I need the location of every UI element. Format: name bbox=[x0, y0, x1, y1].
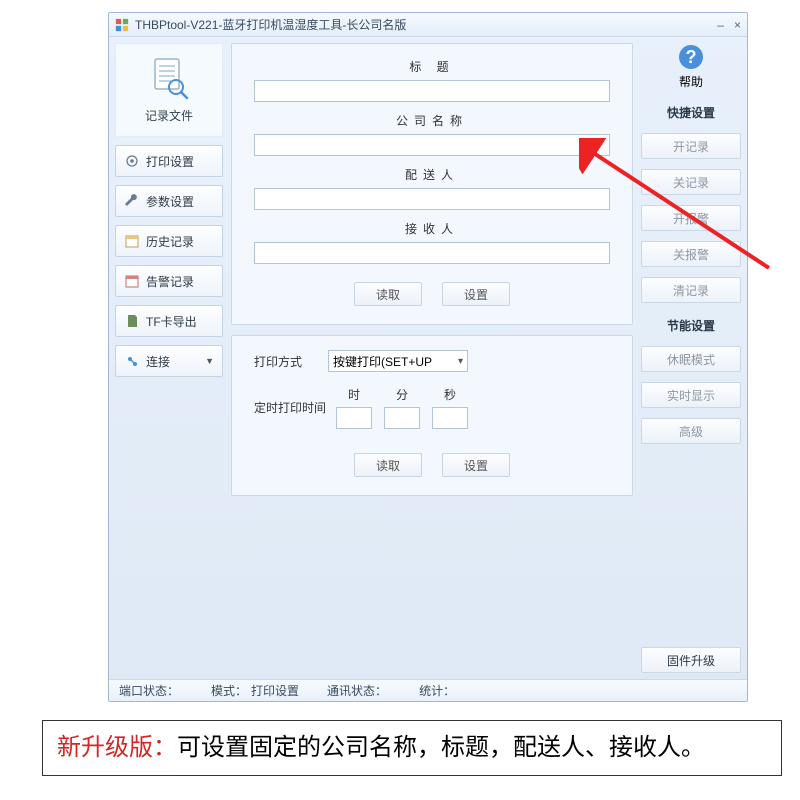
energy-settings-title: 节能设置 bbox=[641, 317, 741, 334]
realtime-button[interactable]: 实时显示 bbox=[641, 382, 741, 408]
right-sidebar: ? 帮助 快捷设置 开记录 关记录 开报警 关报警 清记录 节能设置 休眠模式 … bbox=[641, 43, 741, 673]
mode-label: 模式： bbox=[211, 682, 247, 699]
print-settings-button[interactable]: 打印设置 bbox=[115, 145, 223, 177]
sleep-mode-button[interactable]: 休眠模式 bbox=[641, 346, 741, 372]
center-panel: 标 题 公司名称 配送人 接收人 读取 设置 打印方式 按键打印(SET+UP bbox=[231, 43, 633, 673]
comm-status-label: 通讯状态： bbox=[327, 682, 387, 699]
history-button[interactable]: 历史记录 bbox=[115, 225, 223, 257]
alarm-icon bbox=[124, 273, 140, 289]
firmware-upgrade-button[interactable]: 固件升级 bbox=[641, 647, 741, 673]
timer-label: 定时打印时间 bbox=[254, 399, 326, 416]
window-title: THBPtool-V221-蓝牙打印机温湿度工具-长公司名版 bbox=[135, 16, 406, 33]
close-button[interactable]: × bbox=[734, 18, 741, 32]
alarm-log-label: 告警记录 bbox=[146, 273, 194, 290]
delivery-input[interactable] bbox=[254, 188, 610, 210]
help-icon: ? bbox=[677, 43, 705, 71]
param-settings-button[interactable]: 参数设置 bbox=[115, 185, 223, 217]
close-log-button[interactable]: 关记录 bbox=[641, 169, 741, 195]
plug-icon bbox=[124, 353, 140, 369]
left-sidebar: 记录文件 打印设置 参数设置 历史记录 bbox=[115, 43, 223, 673]
help-label: 帮助 bbox=[679, 73, 703, 90]
minute-unit: 分 bbox=[396, 386, 408, 403]
open-log-button[interactable]: 开记录 bbox=[641, 133, 741, 159]
connect-button[interactable]: 连接 ▼ bbox=[115, 345, 223, 377]
close-alarm-button[interactable]: 关报警 bbox=[641, 241, 741, 267]
mode-value: 打印设置 bbox=[251, 682, 299, 699]
read-button-1[interactable]: 读取 bbox=[354, 282, 422, 306]
svg-text:?: ? bbox=[686, 47, 697, 67]
text-fields-group: 标 题 公司名称 配送人 接收人 读取 设置 bbox=[231, 43, 633, 325]
print-settings-label: 打印设置 bbox=[146, 153, 194, 170]
alarm-log-button[interactable]: 告警记录 bbox=[115, 265, 223, 297]
caption-highlight: 新升级版： bbox=[57, 734, 177, 761]
wrench-icon bbox=[124, 193, 140, 209]
port-status-label: 端口状态： bbox=[119, 682, 179, 699]
document-search-icon bbox=[149, 57, 189, 101]
caption: 新升级版：可设置固定的公司名称，标题，配送人、接收人。 bbox=[42, 720, 782, 776]
company-input[interactable] bbox=[254, 134, 610, 156]
delivery-label: 配送人 bbox=[254, 166, 610, 183]
chevron-down-icon: ▼ bbox=[205, 356, 214, 366]
print-mode-value: 按键打印(SET+UP bbox=[333, 353, 432, 370]
client-area: 记录文件 打印设置 参数设置 历史记录 bbox=[109, 37, 747, 679]
chevron-down-icon: ▾ bbox=[458, 356, 463, 367]
log-file-label: 记录文件 bbox=[145, 107, 193, 124]
app-window: THBPtool-V221-蓝牙打印机温湿度工具-长公司名版 – × bbox=[108, 12, 748, 702]
read-button-2[interactable]: 读取 bbox=[354, 453, 422, 477]
print-mode-label: 打印方式 bbox=[254, 353, 318, 370]
status-bar: 端口状态： 模式：打印设置 通讯状态： 统计： bbox=[109, 679, 747, 701]
connect-label: 连接 bbox=[146, 353, 170, 370]
caption-text: 可设置固定的公司名称，标题，配送人、接收人。 bbox=[177, 734, 705, 761]
titlebar: THBPtool-V221-蓝牙打印机温湿度工具-长公司名版 – × bbox=[109, 13, 747, 37]
receiver-input[interactable] bbox=[254, 242, 610, 264]
hour-input[interactable] bbox=[336, 407, 372, 429]
set-button-1[interactable]: 设置 bbox=[442, 282, 510, 306]
minute-input[interactable] bbox=[384, 407, 420, 429]
tf-export-label: TF卡导出 bbox=[146, 313, 197, 330]
print-settings-group: 打印方式 按键打印(SET+UP ▾ 定时打印时间 时 分 bbox=[231, 335, 633, 496]
log-file-tool[interactable]: 记录文件 bbox=[115, 43, 223, 137]
calendar-icon bbox=[124, 233, 140, 249]
quick-settings-title: 快捷设置 bbox=[641, 104, 741, 121]
tf-export-button[interactable]: TF卡导出 bbox=[115, 305, 223, 337]
param-settings-label: 参数设置 bbox=[146, 193, 194, 210]
history-label: 历史记录 bbox=[146, 233, 194, 250]
set-button-2[interactable]: 设置 bbox=[442, 453, 510, 477]
hour-unit: 时 bbox=[348, 386, 360, 403]
receiver-label: 接收人 bbox=[254, 220, 610, 237]
stats-label: 统计： bbox=[419, 682, 455, 699]
app-icon bbox=[115, 18, 129, 32]
clear-log-button[interactable]: 清记录 bbox=[641, 277, 741, 303]
print-mode-select[interactable]: 按键打印(SET+UP ▾ bbox=[328, 350, 468, 372]
second-unit: 秒 bbox=[444, 386, 456, 403]
gear-icon bbox=[124, 153, 140, 169]
sd-card-icon bbox=[124, 313, 140, 329]
advanced-button[interactable]: 高级 bbox=[641, 418, 741, 444]
minimize-button[interactable]: – bbox=[717, 18, 724, 32]
company-label: 公司名称 bbox=[254, 112, 610, 129]
title-input[interactable] bbox=[254, 80, 610, 102]
second-input[interactable] bbox=[432, 407, 468, 429]
help-button[interactable]: ? 帮助 bbox=[641, 43, 741, 90]
open-alarm-button[interactable]: 开报警 bbox=[641, 205, 741, 231]
title-label: 标 题 bbox=[254, 58, 610, 75]
